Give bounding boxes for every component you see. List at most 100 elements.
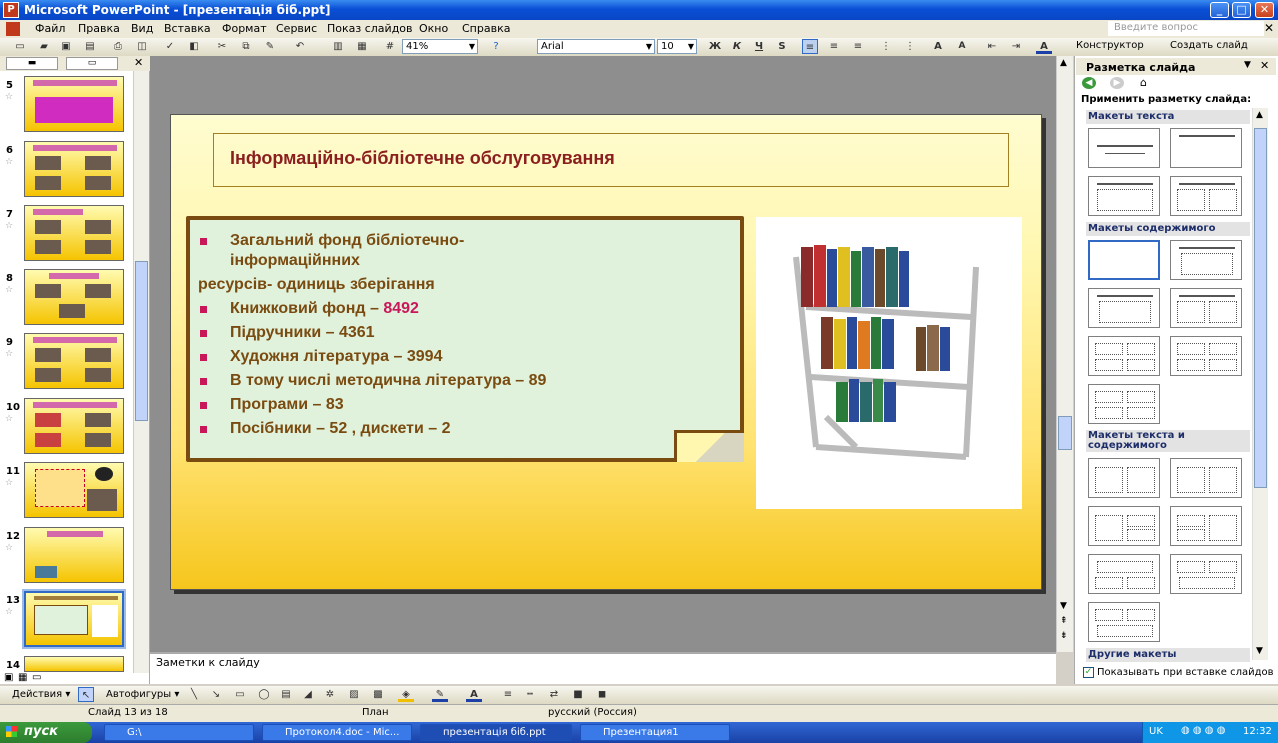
taskbar-item-word[interactable]: Протокол4.doc - Mic... — [262, 724, 412, 741]
scroll-down-icon[interactable]: ▼ — [1256, 646, 1263, 656]
tray-icons[interactable]: ◍ ◍ ◍ ◍ — [1181, 725, 1225, 736]
line-style-icon[interactable]: ≡ — [500, 687, 516, 702]
layout-text-content-4[interactable] — [1170, 506, 1242, 546]
italic-button[interactable]: К — [729, 39, 745, 54]
wordart-icon[interactable]: ◢ — [300, 687, 316, 702]
layout-title-only[interactable] — [1170, 128, 1242, 168]
font-combo[interactable]: Arial ▼ — [537, 39, 655, 54]
copy-icon[interactable]: ⧉ — [238, 39, 254, 54]
new-icon[interactable]: ▭ — [12, 39, 28, 54]
layout-text-content-2[interactable] — [1170, 458, 1242, 498]
menu-file[interactable]: Файл — [35, 22, 65, 35]
underline-button[interactable]: Ч — [751, 39, 767, 54]
layout-title-content[interactable] — [1088, 288, 1160, 328]
scroll-up-icon[interactable]: ▲ — [1256, 110, 1263, 120]
layout-text-content[interactable] — [1088, 458, 1160, 498]
picture-icon[interactable]: ▩ — [370, 687, 386, 702]
show-on-insert-checkbox[interactable]: ✓ — [1083, 667, 1094, 678]
forward-icon[interactable]: ▶ — [1110, 77, 1124, 89]
close-button[interactable]: ✕ — [1255, 2, 1274, 18]
bookcart-image[interactable] — [756, 217, 1022, 509]
slide-thumbnail[interactable] — [24, 333, 124, 389]
menu-insert[interactable]: Вставка — [164, 22, 211, 35]
layout-two-content[interactable] — [1170, 288, 1242, 328]
slide-thumbnail[interactable] — [24, 462, 124, 518]
layout-title-text[interactable] — [1088, 176, 1160, 216]
menu-window[interactable]: Окно — [419, 22, 448, 35]
menu-view[interactable]: Вид — [131, 22, 153, 35]
slide-thumbnail[interactable] — [24, 141, 124, 197]
rectangle-icon[interactable]: ▭ — [232, 687, 248, 702]
slide-thumbnail[interactable] — [24, 398, 124, 454]
layout-two-columns[interactable] — [1170, 176, 1242, 216]
preview-icon[interactable]: ◫ — [134, 39, 150, 54]
autoshapes-menu[interactable]: Автофигуры ▾ — [106, 689, 179, 700]
align-right-icon[interactable]: ≡ — [850, 39, 866, 54]
scroll-thumb[interactable] — [1058, 416, 1072, 450]
grid-icon[interactable]: # — [382, 39, 398, 54]
scroll-down-icon[interactable]: ▼ — [1060, 601, 1067, 611]
notes-pane[interactable]: Заметки к слайду — [150, 652, 1056, 684]
select-pointer-icon[interactable]: ↖ — [78, 687, 94, 702]
scroll-thumb[interactable] — [1254, 128, 1267, 488]
layout-title-slide[interactable] — [1088, 128, 1160, 168]
layout-text-content-7[interactable] — [1088, 602, 1160, 642]
maximize-button[interactable]: □ — [1232, 2, 1251, 18]
tab-slides[interactable]: ▭ — [66, 57, 118, 70]
task-pane-close-icon[interactable]: ✕ — [1260, 59, 1269, 72]
textbox-icon[interactable]: ▤ — [278, 687, 294, 702]
shadow-button[interactable]: S — [774, 39, 790, 54]
slide-thumbnail[interactable] — [24, 656, 124, 672]
research-icon[interactable]: ◧ — [186, 39, 202, 54]
layout-content-four[interactable] — [1088, 384, 1160, 424]
task-pane-menu-icon[interactable]: ▼ — [1244, 60, 1251, 70]
help-search-input[interactable]: Введите вопрос — [1108, 21, 1264, 36]
menu-format[interactable]: Формат — [222, 22, 267, 35]
slide-title-box[interactable]: Інформаційно-бібліотечне обслуговування — [213, 133, 1009, 187]
spelling-icon[interactable]: ✓ — [162, 39, 178, 54]
close-doc-icon[interactable]: ✕ — [1264, 21, 1274, 35]
layout-text-content-5[interactable] — [1088, 554, 1160, 594]
draw-font-color-icon[interactable]: A — [466, 687, 482, 702]
layout-blank[interactable] — [1088, 240, 1160, 280]
menu-edit[interactable]: Правка — [78, 22, 120, 35]
menu-help[interactable]: Справка — [462, 22, 510, 35]
menu-service[interactable]: Сервис — [276, 22, 317, 35]
bold-button[interactable]: Ж — [707, 39, 723, 54]
back-icon[interactable]: ◀ — [1082, 77, 1096, 89]
undo-icon[interactable]: ↶ — [292, 39, 308, 54]
insert-chart-icon[interactable]: ▥ — [330, 39, 346, 54]
menu-slideshow[interactable]: Показ слайдов — [327, 22, 413, 35]
dash-style-icon[interactable]: ┅ — [522, 687, 538, 702]
decrease-indent-icon[interactable]: ⇤ — [984, 39, 1000, 54]
zoom-combo[interactable]: 41% ▼ — [402, 39, 478, 54]
increase-indent-icon[interactable]: ⇥ — [1008, 39, 1024, 54]
line-icon[interactable]: ╲ — [186, 687, 202, 702]
layout-content-grid[interactable] — [1088, 336, 1160, 376]
taskbar-item-explorer[interactable]: G:\ — [104, 724, 254, 741]
layout-text-content-6[interactable] — [1170, 554, 1242, 594]
slide-thumbnail[interactable] — [24, 76, 124, 132]
help-icon[interactable]: ? — [488, 39, 504, 54]
shrink-font-icon[interactable]: A — [954, 39, 970, 54]
slide-thumbnail[interactable] — [24, 527, 124, 583]
close-pane-icon[interactable]: ✕ — [134, 56, 143, 69]
task-pane-scrollbar[interactable]: ▲ ▼ — [1252, 108, 1268, 660]
oval-icon[interactable]: ◯ — [256, 687, 272, 702]
language-indicator[interactable]: UK — [1149, 726, 1163, 737]
tab-outline[interactable]: ▬ — [6, 57, 58, 70]
slide-thumbnail[interactable] — [24, 205, 124, 261]
align-center-icon[interactable]: ≡ — [826, 39, 842, 54]
prev-slide-icon[interactable]: ⇞ — [1060, 616, 1068, 626]
slides-scrollbar[interactable] — [133, 71, 149, 673]
scroll-up-icon[interactable]: ▲ — [1060, 58, 1067, 68]
minimize-button[interactable]: _ — [1210, 2, 1229, 18]
scroll-thumb[interactable] — [135, 261, 148, 421]
sorter-view-icon[interactable]: ▦ — [18, 672, 27, 683]
format-painter-icon[interactable]: ✎ — [262, 39, 278, 54]
line-color-icon[interactable]: ✎ — [432, 687, 448, 702]
layout-content[interactable] — [1170, 240, 1242, 280]
next-slide-icon[interactable]: ⇟ — [1060, 631, 1068, 641]
permission-icon[interactable]: ▤ — [82, 39, 98, 54]
grow-font-icon[interactable]: A — [930, 39, 946, 54]
